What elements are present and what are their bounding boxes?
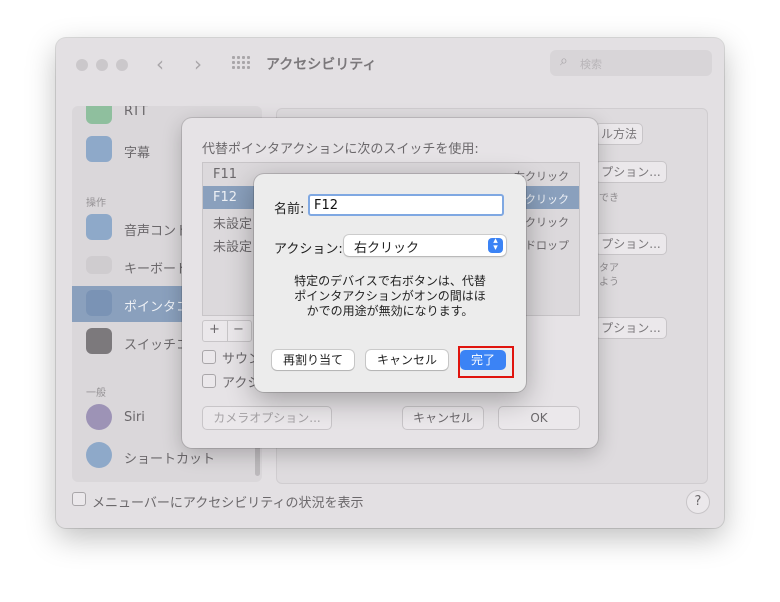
- sidebar-item-pointer-control[interactable]: ポインタコ: [124, 296, 189, 315]
- pane-note-2a: タア: [599, 263, 619, 274]
- forward-icon[interactable]: ›: [194, 52, 202, 76]
- camera-options-button[interactable]: カメラオプション...: [202, 406, 332, 430]
- remove-switch-button[interactable]: −: [233, 322, 244, 337]
- done-button-highlight-box: [458, 346, 514, 378]
- sidebar-item-siri[interactable]: Siri: [124, 410, 145, 425]
- voice-control-icon: [86, 214, 112, 240]
- reassign-button[interactable]: 再割り当て: [272, 350, 354, 370]
- switch-action: クリック: [525, 216, 569, 229]
- close-button[interactable]: [76, 59, 88, 71]
- options-button-2[interactable]: プション...: [595, 233, 667, 255]
- title-bar: ‹ › アクセシビリティ ⌕ 検索: [56, 38, 724, 90]
- dialog-cancel-button[interactable]: キャンセル: [366, 350, 448, 370]
- dialog-message: 特定のデバイスで右ボタンは、代替ポインタアクションがオンの間はほかでの用途が無効…: [294, 274, 486, 318]
- sidebar-item-keyboard[interactable]: キーボード: [124, 258, 189, 277]
- accessibility-shortcut-icon: [86, 442, 112, 468]
- options-button-1[interactable]: プション...: [595, 161, 667, 183]
- section-header-general: 一般: [86, 388, 106, 399]
- menubar-status-checkbox[interactable]: [72, 492, 86, 506]
- help-button[interactable]: ?: [686, 490, 710, 514]
- back-icon[interactable]: ‹: [156, 52, 164, 76]
- switch-name: 未設定: [213, 217, 253, 232]
- add-switch-button[interactable]: +: [209, 322, 220, 337]
- keyboard-icon: [86, 256, 112, 274]
- add-remove-control: + −: [202, 320, 252, 342]
- pointer-icon: [86, 290, 112, 316]
- sidebar-item-captions[interactable]: 字幕: [124, 142, 150, 161]
- switch-action: クリック: [525, 193, 569, 206]
- name-label: 名前:: [274, 202, 305, 217]
- captions-icon: [86, 136, 112, 162]
- minimize-button[interactable]: [96, 59, 108, 71]
- window-title: アクセシビリティ: [266, 57, 377, 73]
- sidebar-item-voice-control[interactable]: 音声コント: [124, 220, 189, 239]
- name-field[interactable]: [308, 194, 504, 216]
- sidebar-item-switch-control[interactable]: スイッチコ: [124, 334, 189, 353]
- search-field[interactable]: ⌕ 検索: [550, 50, 712, 76]
- zoom-button[interactable]: [116, 59, 128, 71]
- search-placeholder: 検索: [580, 58, 602, 71]
- method-button[interactable]: ル方法: [595, 123, 643, 145]
- action-checkbox[interactable]: [202, 374, 216, 388]
- keyboard-icon: [86, 106, 112, 124]
- sidebar-item-rtt[interactable]: RTT: [124, 106, 148, 119]
- switch-name: F11: [213, 167, 238, 182]
- sound-checkbox[interactable]: [202, 350, 216, 364]
- sidebar-item-shortcut[interactable]: ショートカット: [124, 448, 215, 467]
- sheet-ok-button[interactable]: OK: [498, 406, 580, 430]
- pane-note-2b: よう: [599, 277, 619, 288]
- switch-action: ドロップ: [525, 239, 569, 252]
- divider: [227, 321, 228, 341]
- show-all-grid-icon[interactable]: [232, 56, 250, 72]
- action-popup-button[interactable]: 右クリック ▴ ▾: [344, 235, 506, 256]
- search-icon: ⌕: [560, 53, 568, 69]
- sheet-title: 代替ポインタアクションに次のスイッチを使用:: [202, 142, 479, 157]
- switch-name: 未設定: [213, 240, 253, 255]
- menubar-status-label: メニューバーにアクセシビリティの状況を表示: [92, 496, 364, 511]
- action-label: アクション:: [274, 242, 343, 257]
- switch-name: F12: [213, 190, 238, 205]
- section-header-interaction: 操作: [86, 198, 106, 209]
- options-button-3[interactable]: プション...: [595, 317, 667, 339]
- switch-icon: [86, 328, 112, 354]
- sheet-cancel-button[interactable]: キャンセル: [402, 406, 484, 430]
- action-selected-value: 右クリック: [354, 241, 420, 256]
- chevron-up-down-icon: ▴ ▾: [488, 237, 503, 253]
- pane-note-1: でき: [599, 193, 619, 204]
- siri-icon: [86, 404, 112, 430]
